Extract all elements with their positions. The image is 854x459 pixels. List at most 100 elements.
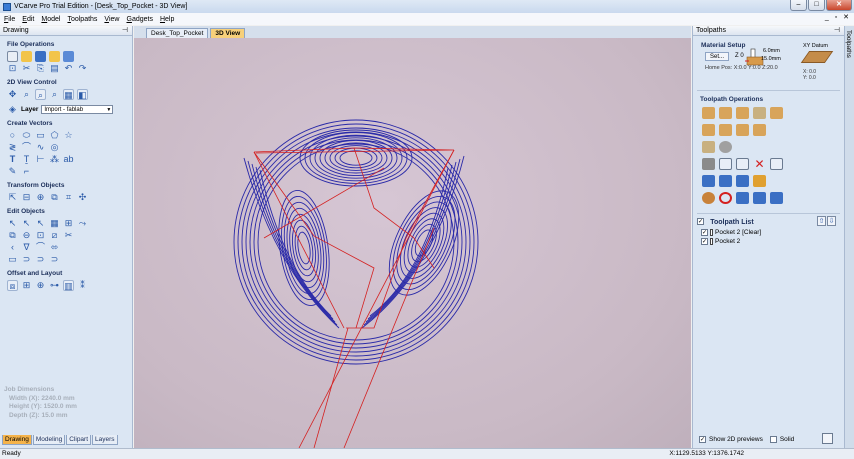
preview-selected-icon[interactable] <box>719 175 732 187</box>
step-repeat-icon[interactable]: ⊶ <box>49 280 60 291</box>
fillet-icon[interactable]: ⌐ <box>21 166 32 177</box>
tab-layers[interactable]: Layers <box>92 435 118 445</box>
view-toggle-icon[interactable]: ◧ <box>77 88 88 100</box>
pin-icon[interactable]: ⊣ <box>122 26 128 36</box>
zoom-selected-icon[interactable]: ⌕ <box>49 89 60 100</box>
smooth-icon[interactable]: ⤳ <box>77 218 88 229</box>
offset-layout-icon[interactable]: ⧈ <box>7 279 18 291</box>
3d-view-canvas[interactable] <box>134 38 691 448</box>
maximize-button[interactable]: □ <box>808 0 825 11</box>
star-icon[interactable]: ☆ <box>63 130 74 141</box>
menu-item[interactable]: Toolpaths <box>67 16 97 23</box>
transform-select-icon[interactable]: ↖ <box>35 218 46 229</box>
prism-toolpath-icon[interactable] <box>719 124 732 136</box>
toolpath-summary-icon[interactable] <box>770 158 783 170</box>
weld-icon[interactable]: ⧉ <box>7 230 18 241</box>
node-edit-icon[interactable]: ↖ <box>21 218 32 229</box>
clipboard-icon[interactable] <box>822 433 833 444</box>
redo-icon[interactable]: ↷ <box>77 63 88 74</box>
rectangle-icon[interactable]: ▭ <box>35 130 46 141</box>
polygon-icon[interactable]: ⬠ <box>49 130 60 141</box>
undo-icon[interactable]: ↶ <box>63 63 74 74</box>
paste-icon[interactable]: ▤ <box>49 63 60 74</box>
dimension-icon[interactable]: ⊢ <box>35 154 46 165</box>
texture-toolpath-icon[interactable] <box>702 141 715 153</box>
save-icon[interactable] <box>35 50 46 62</box>
inlay-toolpath-icon[interactable] <box>753 124 766 136</box>
trim-icon[interactable]: ✂ <box>63 230 74 241</box>
tab-drawing[interactable]: Drawing <box>2 435 32 445</box>
subtract-icon[interactable]: ⊖ <box>21 230 32 241</box>
tool-database-icon[interactable] <box>702 158 715 170</box>
bracket-right-icon[interactable]: ⊃ <box>35 254 46 265</box>
preview-toolpaths-icon[interactable] <box>702 175 715 187</box>
pan-icon[interactable]: ✥ <box>7 89 18 100</box>
tab-clipart[interactable]: Clipart <box>66 435 92 445</box>
zoom-icon[interactable]: ⌕ <box>21 89 32 100</box>
toolpath-sheet-icon[interactable] <box>770 192 783 204</box>
text-style-icon[interactable]: ab <box>63 154 74 165</box>
material-setup-icon[interactable] <box>702 192 715 204</box>
quick-engrave-icon[interactable] <box>753 107 766 119</box>
bitmap-trace-icon[interactable]: ✎ <box>7 166 18 177</box>
tab-2d-view[interactable]: Desk_Top_Pocket <box>146 28 209 38</box>
toolpath-item[interactable]: ✓ Pocket 2 [Clear] <box>701 229 844 236</box>
copy-toolpath-icon[interactable] <box>736 158 749 170</box>
chamfer-icon[interactable]: ∇ <box>21 242 32 253</box>
fluting-toolpath-icon[interactable] <box>702 124 715 136</box>
rotate-icon[interactable]: ✣ <box>77 192 88 203</box>
text-on-curve-icon[interactable]: Ṯ <box>21 154 32 165</box>
pocket-toolpath-icon[interactable] <box>719 107 732 119</box>
nest-icon[interactable]: ▥ <box>63 279 74 291</box>
tab-modeling[interactable]: Modeling <box>32 435 66 445</box>
preview-all-icon[interactable] <box>736 175 749 187</box>
array-icon[interactable]: ⊞ <box>21 280 32 291</box>
extend-icon[interactable]: ‹ <box>7 242 18 253</box>
menu-item[interactable]: Gadgets <box>126 16 152 23</box>
moulding-toolpath-icon[interactable] <box>736 124 749 136</box>
vcarve-toolpath-icon[interactable] <box>770 107 783 119</box>
cut-icon[interactable]: ✂ <box>21 63 32 74</box>
scale-icon[interactable]: ⌗ <box>63 192 74 203</box>
3d-finish-icon[interactable] <box>719 141 732 153</box>
dogbone-icon[interactable]: ⁂ <box>49 154 60 165</box>
edit-toolpath-icon[interactable] <box>719 158 732 170</box>
save-toolpath-icon[interactable] <box>753 192 766 204</box>
ungroup-icon[interactable]: ⊞ <box>63 218 74 229</box>
arc-icon[interactable]: ⌒ <box>21 142 32 153</box>
polyline-icon[interactable]: ≷ <box>7 142 18 153</box>
new-file-icon[interactable] <box>7 50 18 62</box>
group-icon[interactable]: ▦ <box>49 218 60 229</box>
solid-checkbox[interactable] <box>769 435 777 443</box>
toolpath-template-icon[interactable] <box>736 192 749 204</box>
copy-icon[interactable]: ⎘ <box>35 63 46 74</box>
export-icon[interactable] <box>63 50 74 62</box>
menu-item[interactable]: Model <box>41 16 60 23</box>
move-down-button[interactable]: ⇩ <box>827 216 836 226</box>
circular-array-icon[interactable]: ⊕ <box>35 280 46 291</box>
toolpath-list-checkbox[interactable]: ✓ <box>697 218 704 226</box>
close-vector-icon[interactable]: ▭ <box>7 254 18 265</box>
job-size-icon[interactable]: ⊡ <box>7 63 18 74</box>
intersect-icon[interactable]: ⊡ <box>35 230 46 241</box>
curve-icon[interactable]: ∿ <box>35 142 46 153</box>
pin-icon[interactable]: ⊣ <box>834 26 840 36</box>
menu-item[interactable]: View <box>104 16 119 23</box>
grid-icon[interactable]: ▦ <box>63 88 74 100</box>
join-icon[interactable]: ⧄ <box>49 230 60 241</box>
mirror-icon[interactable]: ⧉ <box>49 192 60 203</box>
close-button[interactable]: ✕ <box>826 0 852 11</box>
flatten-icon[interactable]: ⊃ <box>49 254 60 265</box>
ellipse-icon[interactable]: ⬭ <box>21 130 32 141</box>
zoom-box-icon[interactable]: ⌕ <box>35 88 46 100</box>
circle-icon[interactable]: ○ <box>7 130 18 141</box>
menu-item[interactable]: Edit <box>22 16 34 23</box>
spiral-icon[interactable]: ◎ <box>49 142 60 153</box>
open-folder-icon[interactable] <box>21 50 32 62</box>
toolpaths-side-tab[interactable]: Toolpaths <box>844 26 854 448</box>
menu-item[interactable]: File <box>4 16 15 23</box>
align-icon[interactable]: ⊟ <box>21 192 32 203</box>
fillet-tool-icon[interactable]: ⌒ <box>35 242 46 253</box>
time-estimate-icon[interactable] <box>719 192 732 204</box>
minimize-button[interactable]: – <box>790 0 807 11</box>
